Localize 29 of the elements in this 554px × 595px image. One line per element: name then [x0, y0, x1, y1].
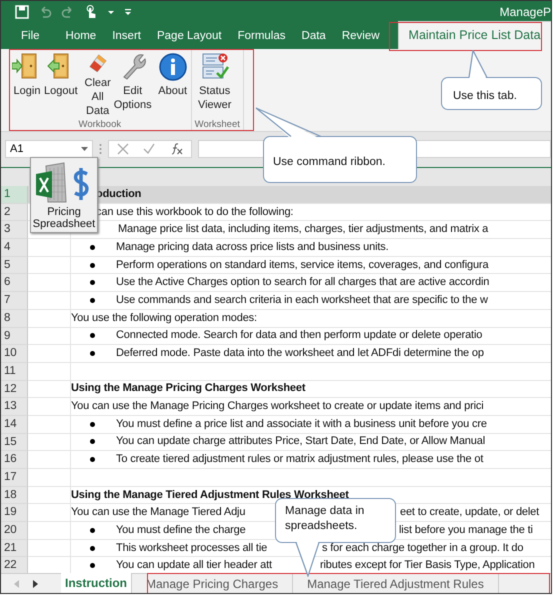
- cell-text: To create tiered adjustment rules or matrix adjustment rules, please use the ot: [116, 452, 484, 468]
- cell-text: You can use the Manage Pricing Charges worksheet to create or update items and prici: [71, 399, 484, 414]
- callout-text: Use command ribbon.: [273, 155, 386, 170]
- cell-text: s for each charge together in a group. It do: [322, 540, 524, 556]
- cell-text: list before you manage the ti: [399, 522, 533, 538]
- cell-text: Using the Manage Pricing Charges Worksheet: [71, 381, 306, 396]
- cell-text: Manage price list data, including items, charges, tier adjustments, and matrix a: [118, 222, 488, 238]
- cell-text: You must define the charge: [116, 522, 247, 538]
- cell-text: Using the Manage Tiered Adjustment Rules Worksheet: [71, 488, 349, 503]
- cell-text: Deferred mode. Paste data into the worksheet and let ADFdi determine the op: [116, 346, 484, 362]
- cell-text: Perform operations on standard items, service items, coverages, and configura: [116, 258, 488, 273]
- cell-text: Use commands and search criteria in each worksheet that are specific to the w: [116, 292, 488, 308]
- cell-text: Manage pricing data across price lists and business units.: [116, 240, 389, 255]
- cell-text: ributes except for Tier Basis Type, Application: [320, 558, 535, 574]
- cell-text: You can update charge attributes Price, Start Date, End Date, or Allow Manual: [116, 434, 485, 450]
- cell-text: You can update all tier header att: [116, 558, 273, 574]
- cell-text: oduction: [96, 186, 142, 202]
- group-label: Workbook: [78, 118, 122, 130]
- callout-text: Use this tab.: [453, 89, 517, 104]
- cell-text: eet to create, update, or delet: [400, 505, 540, 520]
- cell-text: Use the Active Charges option to search for all charges that are active accordin: [116, 275, 490, 290]
- group-label: Worksheet: [194, 118, 240, 130]
- cell-text: You use the following operation modes:: [71, 310, 257, 326]
- cell-text: You can use the Manage Tiered Adju: [71, 505, 246, 520]
- window-title: ManageP: [500, 5, 551, 19]
- callout-text: Manage data in spreadsheets.: [285, 504, 366, 534]
- cell-text: This worksheet processes all tie: [116, 540, 268, 556]
- cell-text: Connected mode. Search for data and then perform update or delete operatio: [116, 328, 482, 344]
- cell-text: You must define a price list and associate it with a business unit before you cre: [116, 416, 487, 432]
